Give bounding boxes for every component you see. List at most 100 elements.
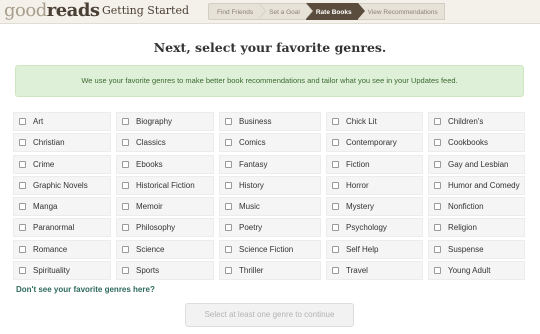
genre-checkbox[interactable] [122,245,129,253]
genre-checkbox[interactable] [332,181,339,189]
genre-label: Suspense [448,244,484,254]
genre-checkbox[interactable] [434,224,441,232]
genre-checkbox[interactable] [332,267,339,275]
genre-checkbox[interactable] [434,118,441,125]
genre-label: Mystery [346,202,374,212]
genre-checkbox[interactable] [434,139,441,147]
genre-label: Cookbooks [448,138,489,148]
genre-checkbox[interactable] [225,160,232,168]
genre-option[interactable]: Crime [13,154,111,174]
genre-checkbox[interactable] [19,139,26,147]
genre-checkbox[interactable] [332,203,339,211]
genre-checkbox[interactable] [332,224,339,232]
genre-option[interactable]: Nonfiction [428,197,525,217]
genre-option[interactable]: Suspense [428,239,525,259]
genre-option[interactable]: Paranormal [13,218,111,238]
genre-option[interactable]: Science [116,239,214,259]
genre-checkbox[interactable] [19,160,26,168]
more-genres-link[interactable]: Don't see your favorite genres here? [16,285,155,294]
continue-button[interactable]: Select at least one genre to continue [185,303,354,327]
genre-label: Manga [33,202,58,212]
genre-option[interactable]: Humor and Comedy [428,175,525,195]
genre-label: Spirituality [33,266,70,276]
genre-option[interactable]: Sports [116,261,214,281]
genre-checkbox[interactable] [434,267,441,275]
genre-checkbox[interactable] [19,181,26,189]
genre-option[interactable]: Romance [13,239,111,259]
genre-checkbox[interactable] [225,224,232,232]
genre-option[interactable]: Psychology [326,218,423,238]
genre-option[interactable]: Graphic Novels [13,175,111,195]
genre-option[interactable]: Memoir [116,197,214,217]
genre-option[interactable]: Poetry [219,218,321,238]
genre-option[interactable]: Spirituality [13,261,111,281]
step-set-goal[interactable]: Set a Goal [259,3,313,20]
genre-option[interactable]: Religion [428,218,525,238]
genre-option[interactable]: Contemporary [326,133,423,153]
genre-checkbox[interactable] [332,118,339,125]
genre-checkbox[interactable] [332,139,339,147]
step-find-friends[interactable]: Find Friends [208,3,267,20]
genre-checkbox[interactable] [19,118,26,125]
genre-checkbox[interactable] [225,181,232,189]
genre-checkbox[interactable] [122,181,129,189]
genre-option[interactable]: Travel [326,261,423,281]
genre-option[interactable]: Mystery [326,197,423,217]
genre-option[interactable]: Horror [326,175,423,195]
genre-option[interactable]: Thriller [219,261,321,281]
genre-option[interactable]: Ebooks [116,154,214,174]
genre-checkbox[interactable] [19,203,26,211]
genre-option[interactable]: Fantasy [219,154,321,174]
genre-option[interactable]: Self Help [326,239,423,259]
genre-checkbox[interactable] [122,224,129,232]
genre-option[interactable]: Manga [13,197,111,217]
genre-checkbox[interactable] [225,203,232,211]
genre-option[interactable]: Science Fiction [219,239,321,259]
genre-option[interactable]: Art [13,112,111,131]
genre-label: Gay and Lesbian [448,159,509,169]
genre-option[interactable]: Philosophy [116,218,214,238]
genre-checkbox[interactable] [122,160,129,168]
genre-option[interactable]: Gay and Lesbian [428,154,525,174]
genre-checkbox[interactable] [434,203,441,211]
genre-option[interactable]: Fiction [326,154,423,174]
genre-option[interactable]: Young Adult [428,261,525,281]
genre-checkbox[interactable] [225,245,232,253]
genre-option[interactable]: Comics [219,133,321,153]
genre-checkbox[interactable] [122,267,129,275]
genre-checkbox[interactable] [332,245,339,253]
genre-label: Comics [239,138,266,148]
genre-checkbox[interactable] [19,224,26,232]
genre-option[interactable]: Business [219,112,321,131]
genre-option[interactable]: History [219,175,321,195]
genre-option[interactable]: Children's [428,112,525,131]
goodreads-logo[interactable]: goodreads [4,1,100,21]
genre-checkbox[interactable] [225,267,232,275]
genre-checkbox[interactable] [434,245,441,253]
genre-option[interactable]: Biography [116,112,214,131]
step-view-recommendations[interactable]: View Recommendations [357,3,445,20]
genre-checkbox[interactable] [225,118,232,125]
genre-checkbox[interactable] [122,118,129,125]
genre-option[interactable]: Chick Lit [326,112,423,131]
genre-label: Self Help [346,244,379,254]
genre-label: Young Adult [448,266,491,276]
genre-checkbox[interactable] [19,245,26,253]
genre-checkbox[interactable] [434,160,441,168]
genre-label: Fiction [346,159,370,169]
genre-checkbox[interactable] [122,203,129,211]
genre-checkbox[interactable] [434,181,441,189]
genre-option[interactable]: Music [219,197,321,217]
step-rate-books[interactable]: Rate Books [305,3,365,20]
genre-option[interactable]: Historical Fiction [116,175,214,195]
genre-option[interactable]: Christian [13,133,111,153]
genre-option[interactable]: Classics [116,133,214,153]
genre-checkbox[interactable] [332,160,339,168]
genre-checkbox[interactable] [19,267,26,275]
genre-label: Crime [33,159,55,169]
genre-label: Nonfiction [448,202,484,212]
genre-option[interactable]: Cookbooks [428,133,525,153]
genre-checkbox[interactable] [225,139,232,147]
genre-checkbox[interactable] [122,139,129,147]
genre-label: Romance [33,244,68,254]
